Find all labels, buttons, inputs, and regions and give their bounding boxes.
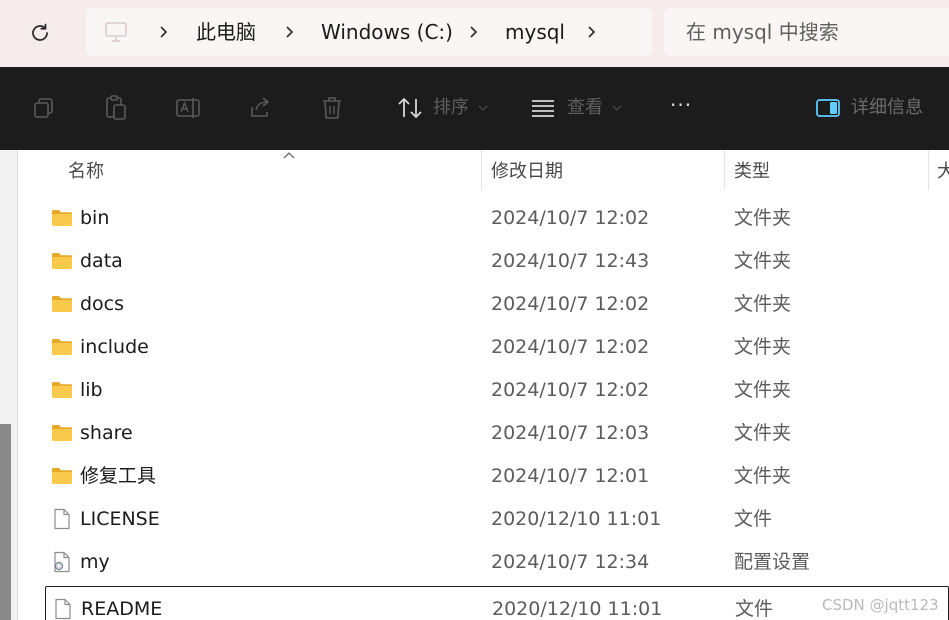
share-icon: [251, 97, 269, 117]
column-date-modified[interactable]: 修改日期: [491, 161, 563, 183]
list-item[interactable]: bin 2024/10/7 12:02 文件夹: [19, 196, 949, 239]
file-name: docs: [80, 293, 125, 315]
address-bar: 此电脑 Windows (C:) mysql 在 mysql 中搜索: [0, 0, 949, 67]
command-bar: 排序 查看 ··· 详细信息: [0, 67, 949, 150]
list-item[interactable]: include 2024/10/7 12:02 文件夹: [19, 325, 949, 368]
file-name: data: [80, 250, 123, 272]
delete-icon: [323, 97, 341, 119]
list-item[interactable]: docs 2024/10/7 12:02 文件夹: [19, 282, 949, 325]
file-type: 文件夹: [734, 293, 792, 315]
rename-button[interactable]: [172, 93, 204, 123]
file-date: 2024/10/7 12:02: [491, 293, 650, 315]
this-pc-icon[interactable]: [104, 21, 128, 43]
column-divider[interactable]: [928, 150, 929, 190]
sort-ascending-icon: [283, 152, 295, 159]
file-date: 2024/10/7 12:34: [491, 551, 650, 573]
file-date: 2024/10/7 12:02: [491, 207, 650, 229]
view-button[interactable]: [527, 93, 559, 123]
column-type[interactable]: 类型: [734, 161, 770, 183]
file-icon: [55, 598, 71, 620]
view-label[interactable]: 查看: [567, 96, 603, 120]
breadcrumb-this-pc[interactable]: 此电脑: [196, 20, 256, 44]
breadcrumb[interactable]: 此电脑 Windows (C:) mysql: [86, 8, 652, 56]
list-item[interactable]: data 2024/10/7 12:43 文件夹: [19, 239, 949, 282]
folder-icon: [52, 339, 72, 355]
copy-button[interactable]: [28, 93, 60, 123]
details-label[interactable]: 详细信息: [851, 96, 923, 120]
list-item[interactable]: LICENSE 2020/12/10 11:01 文件: [19, 497, 949, 540]
file-name: share: [80, 422, 133, 444]
list-item[interactable]: lib 2024/10/7 12:02 文件夹: [19, 368, 949, 411]
share-button[interactable]: [244, 93, 276, 123]
chevron-right-icon[interactable]: [466, 24, 480, 40]
chevron-down-icon[interactable]: [478, 105, 488, 111]
breadcrumb-drive-c[interactable]: Windows (C:): [321, 20, 453, 44]
file-type: 文件: [734, 508, 773, 530]
watermark: CSDN @jqtt123: [822, 596, 939, 614]
file-name: LICENSE: [80, 508, 160, 530]
file-type: 文件夹: [734, 379, 792, 401]
sort-button[interactable]: [394, 93, 426, 123]
list-item[interactable]: my 2024/10/7 12:34 配置设置: [19, 540, 949, 583]
paste-button[interactable]: [100, 93, 132, 123]
copy-icon: [34, 98, 53, 118]
sort-label[interactable]: 排序: [433, 96, 469, 120]
config-file-icon: [54, 551, 70, 573]
chevron-right-icon[interactable]: [282, 24, 296, 40]
file-type: 文件夹: [734, 250, 792, 272]
chevron-right-icon[interactable]: [156, 24, 170, 40]
list-item[interactable]: share 2024/10/7 12:03 文件夹: [19, 411, 949, 454]
folder-icon: [52, 468, 72, 484]
file-date: 2024/10/7 12:02: [491, 336, 650, 358]
file-name: 修复工具: [80, 465, 157, 487]
file-date: 2024/10/7 12:01: [491, 465, 650, 487]
file-name: bin: [80, 207, 110, 229]
details-pane-icon: [816, 99, 840, 117]
chevron-right-icon[interactable]: [584, 24, 598, 40]
file-type: 文件夹: [734, 465, 792, 487]
sort-icon: [398, 98, 422, 118]
folder-icon: [52, 382, 72, 398]
list-item[interactable]: 修复工具 2024/10/7 12:01 文件夹: [19, 454, 949, 497]
file-type: 配置设置: [734, 551, 811, 573]
file-name: lib: [80, 379, 103, 401]
file-name: include: [80, 336, 149, 358]
file-date: 2020/12/10 11:01: [492, 598, 663, 620]
folder-icon: [52, 210, 72, 226]
more-options-button[interactable]: ···: [670, 93, 692, 117]
list-item[interactable]: README 2020/12/10 11:01 文件: [45, 586, 949, 620]
folder-icon: [52, 253, 72, 269]
paste-icon: [106, 95, 126, 120]
file-name: README: [81, 598, 163, 620]
file-type: 文件夹: [734, 336, 792, 358]
delete-button[interactable]: [316, 93, 348, 123]
refresh-icon: [32, 23, 48, 41]
folder-icon: [52, 425, 72, 441]
column-size[interactable]: 大: [937, 161, 949, 183]
file-list: bin 2024/10/7 12:02 文件夹 data 2024/10/7 1…: [19, 196, 949, 620]
details-pane-button[interactable]: [812, 93, 844, 123]
chevron-down-icon[interactable]: [612, 105, 622, 111]
rename-icon: [176, 98, 200, 118]
file-type: 文件夹: [734, 207, 792, 229]
file-icon: [54, 508, 70, 530]
file-type: 文件夹: [734, 422, 792, 444]
file-date: 2024/10/7 12:03: [491, 422, 650, 444]
file-date: 2024/10/7 12:02: [491, 379, 650, 401]
navigation-scrollbar[interactable]: [0, 424, 11, 620]
column-name[interactable]: 名称: [68, 161, 104, 183]
file-date: 2020/12/10 11:01: [491, 508, 662, 530]
folder-icon: [52, 296, 72, 312]
list-view-icon: [532, 100, 554, 117]
column-divider[interactable]: [481, 150, 482, 190]
column-divider[interactable]: [724, 150, 725, 190]
breadcrumb-mysql[interactable]: mysql: [505, 20, 565, 44]
file-date: 2024/10/7 12:43: [491, 250, 650, 272]
refresh-button[interactable]: [26, 19, 54, 47]
search-input[interactable]: 在 mysql 中搜索: [686, 20, 839, 44]
file-name: my: [80, 551, 110, 573]
file-type: 文件: [735, 598, 774, 620]
column-header-bar: 名称 修改日期 类型 大: [19, 150, 949, 196]
search-box[interactable]: 在 mysql 中搜索: [664, 8, 949, 56]
